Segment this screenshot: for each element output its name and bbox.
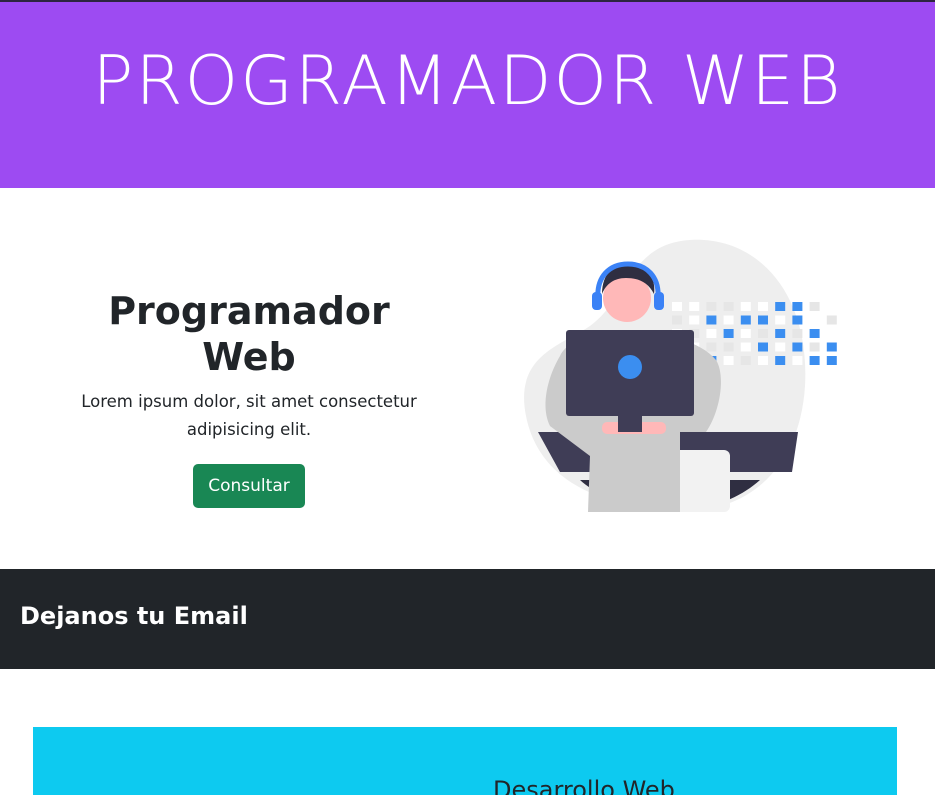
pixel-cell <box>826 329 837 338</box>
pixel-cell <box>826 315 837 325</box>
consultar-button[interactable]: Consultar <box>193 464 305 508</box>
pixel-cell <box>792 329 803 338</box>
pixel-cell <box>723 302 734 311</box>
pixel-cell <box>826 342 837 352</box>
pixel-cell <box>826 356 837 365</box>
hero-description: Lorem ipsum dolor, sit amet consectetur … <box>81 392 417 439</box>
pixel-cell <box>775 302 786 311</box>
pixel-cell <box>706 315 717 325</box>
pixel-cell <box>740 342 751 352</box>
pixel-cell <box>740 329 751 338</box>
pixel-cell <box>706 329 717 338</box>
pixel-cell <box>758 302 768 311</box>
service-card: Desarrollo Web <box>33 727 897 795</box>
pixel-cell <box>758 342 768 352</box>
pixel-cell <box>740 356 751 365</box>
email-section-title: Dejanos tu Email <box>20 602 248 630</box>
pixel-cell <box>723 329 734 338</box>
service-card-title: Desarrollo Web <box>493 776 675 795</box>
pixel-cell <box>792 356 803 365</box>
developer-illustration <box>524 239 837 512</box>
pixel-cell <box>758 329 768 338</box>
pixel-cell <box>758 356 768 365</box>
pixel-cell <box>792 315 803 325</box>
pixel-cell <box>775 315 786 325</box>
pixel-cell <box>740 302 751 311</box>
email-section: Dejanos tu Email <box>0 569 935 669</box>
pixel-cell <box>723 342 734 352</box>
pixel-cell <box>809 329 820 338</box>
hero-title: Programador Web <box>108 289 390 379</box>
pixel-cell <box>689 302 700 311</box>
pixel-cell <box>792 302 803 311</box>
pixel-cell <box>758 315 768 325</box>
pixel-cell <box>775 342 786 352</box>
illustration-monitor-logo <box>618 355 642 379</box>
pixel-cell <box>809 302 820 311</box>
pixel-cell <box>689 315 700 325</box>
hero-banner: PROGRAMADOR WEB <box>0 2 935 188</box>
pixel-cell <box>792 342 803 352</box>
hero-text-block: Programador Web Lorem ipsum dolor, sit a… <box>60 288 438 508</box>
pixel-cell <box>706 302 717 311</box>
pixel-cell <box>706 342 717 352</box>
pixel-cell <box>809 315 820 325</box>
pixel-cell <box>775 356 786 365</box>
hero-section: Programador Web Lorem ipsum dolor, sit a… <box>0 188 935 569</box>
pixel-cell <box>723 315 734 325</box>
pixel-cell <box>672 315 682 325</box>
banner-title: PROGRAMADOR WEB <box>92 42 843 121</box>
pixel-cell <box>740 315 751 325</box>
pixel-cell <box>723 356 734 365</box>
pixel-cell <box>809 342 820 352</box>
pixel-cell <box>809 356 820 365</box>
pixel-cell <box>775 329 786 338</box>
pixel-cell <box>672 302 682 311</box>
pixel-cell <box>826 302 837 311</box>
